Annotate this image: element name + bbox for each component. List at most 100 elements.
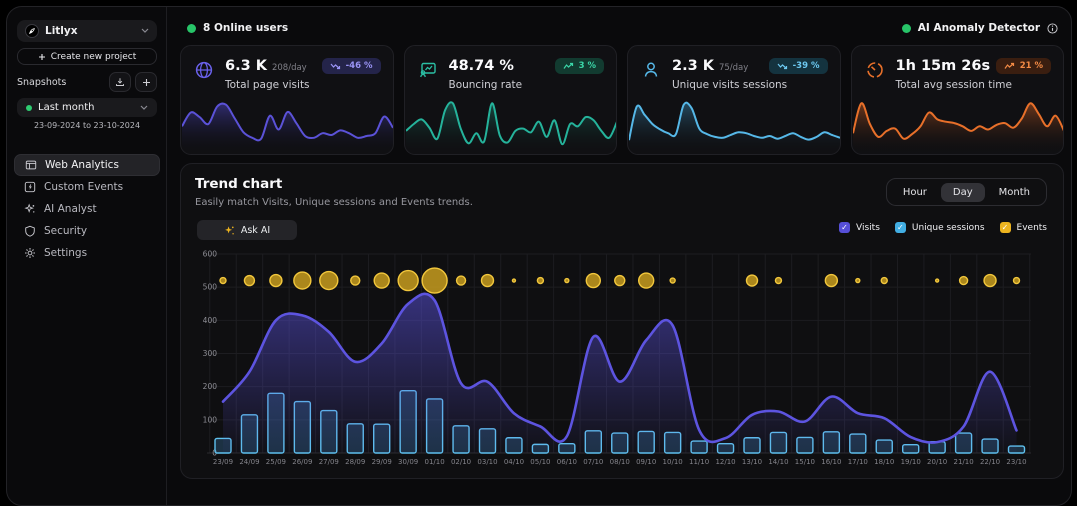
svg-text:10/10: 10/10 xyxy=(663,458,683,466)
svg-text:02/10: 02/10 xyxy=(451,458,471,466)
sidebar-item-settings[interactable]: Settings xyxy=(14,242,160,264)
stat-value: 6.3 K xyxy=(225,58,267,74)
svg-text:11/10: 11/10 xyxy=(689,458,709,466)
download-icon xyxy=(115,77,125,87)
anomaly-status-dot xyxy=(902,24,911,33)
globe-icon xyxy=(193,59,215,81)
online-users-status: 8 Online users xyxy=(187,22,288,34)
svg-text:13/10: 13/10 xyxy=(742,458,762,466)
stat-per-day: 75/day xyxy=(719,63,748,73)
stat-value: 2.3 K xyxy=(672,58,714,74)
sidebar-item-custom-events[interactable]: Custom Events xyxy=(14,176,160,198)
svg-text:12/10: 12/10 xyxy=(715,458,735,466)
sidebar-item-label: Custom Events xyxy=(44,181,123,193)
sidebar-item-label: Web Analytics xyxy=(45,159,119,171)
period-selected-value: Last month xyxy=(38,102,134,113)
stat-cards-row: 6.3 K 208/day -46 % Total page visits 48… xyxy=(180,45,1064,155)
bounce-icon xyxy=(417,59,439,81)
trend-chart-canvas[interactable]: 010020030040050060023/0924/0925/0926/092… xyxy=(189,248,1057,474)
stat-label: Total avg session time xyxy=(896,79,1012,91)
svg-text:23/10: 23/10 xyxy=(1006,458,1026,466)
create-new-project-label: Create new project xyxy=(51,52,136,62)
svg-text:04/10: 04/10 xyxy=(504,458,524,466)
add-snapshot-button[interactable] xyxy=(135,72,157,92)
project-selector[interactable]: Litlyx xyxy=(17,20,157,42)
checkbox-unique-sessions[interactable]: ✓ xyxy=(895,222,906,233)
svg-text:01/10: 01/10 xyxy=(425,458,445,466)
sidebar-item-security[interactable]: Security xyxy=(14,220,160,242)
trend-up-icon xyxy=(563,62,574,70)
sidebar-item-label: AI Analyst xyxy=(44,203,97,215)
browser-icon xyxy=(24,159,37,171)
svg-text:17/10: 17/10 xyxy=(848,458,868,466)
shield-icon xyxy=(23,225,36,237)
legend-item-visits[interactable]: ✓ Visits xyxy=(839,222,880,233)
svg-text:15/10: 15/10 xyxy=(795,458,815,466)
snapshot-date-range: 23-09-2024 to 23-10-2024 xyxy=(7,121,167,130)
svg-text:27/09: 27/09 xyxy=(319,458,339,466)
svg-text:23/09: 23/09 xyxy=(213,458,233,466)
trend-down-icon xyxy=(777,62,788,70)
svg-text:500: 500 xyxy=(203,283,218,292)
trend-down-icon xyxy=(330,62,341,70)
online-status-dot xyxy=(187,24,196,33)
svg-text:09/10: 09/10 xyxy=(636,458,656,466)
sidebar-item-ai-analyst[interactable]: AI Analyst xyxy=(14,198,160,220)
timer-icon xyxy=(864,59,886,81)
svg-text:18/10: 18/10 xyxy=(874,458,894,466)
period-status-dot xyxy=(26,105,32,111)
trend-badge: 3 % xyxy=(555,58,604,74)
svg-text:07/10: 07/10 xyxy=(583,458,603,466)
trend-up-icon xyxy=(1004,62,1015,70)
trend-chart-panel: Trend chart Easily match Visits, Unique … xyxy=(180,163,1064,479)
chart-legend: ✓ Visits ✓ Unique sessions ✓ Events xyxy=(839,222,1047,233)
create-new-project-button[interactable]: Create new project xyxy=(17,48,157,65)
sidebar: Litlyx Create new project Snapshots Last… xyxy=(7,7,167,505)
sidebar-item-label: Settings xyxy=(44,247,87,259)
svg-text:24/09: 24/09 xyxy=(239,458,259,466)
sparkline-unique-visits xyxy=(629,97,840,153)
range-toggle: Hour Day Month xyxy=(886,178,1047,206)
range-option-month[interactable]: Month xyxy=(987,183,1042,202)
snapshots-label: Snapshots xyxy=(17,77,105,88)
project-logo-icon xyxy=(25,24,39,38)
sparkline-total-page-visits xyxy=(182,97,393,153)
download-snapshot-button[interactable] xyxy=(109,72,131,92)
svg-text:20/10: 20/10 xyxy=(927,458,947,466)
svg-text:26/09: 26/09 xyxy=(292,458,312,466)
range-option-hour[interactable]: Hour xyxy=(891,183,939,202)
stat-card-bouncing-rate: 48.74 % 3 % Bouncing rate xyxy=(404,45,618,155)
anomaly-detector-label: AI Anomaly Detector xyxy=(918,22,1040,34)
stat-per-day: 208/day xyxy=(272,63,307,73)
ai-anomaly-detector-status: AI Anomaly Detector xyxy=(902,22,1058,34)
stat-card-total-page-visits: 6.3 K 208/day -46 % Total page visits xyxy=(180,45,394,155)
ai-sparkle-icon xyxy=(23,203,36,215)
sparkline-bouncing-rate xyxy=(406,97,617,153)
svg-text:06/10: 06/10 xyxy=(557,458,577,466)
svg-text:16/10: 16/10 xyxy=(821,458,841,466)
stat-label: Bouncing rate xyxy=(449,79,523,91)
legend-item-events[interactable]: ✓ Events xyxy=(1000,222,1047,233)
project-name: Litlyx xyxy=(45,25,135,37)
range-option-day[interactable]: Day xyxy=(941,183,985,202)
sidebar-item-web-analytics[interactable]: Web Analytics xyxy=(14,154,160,176)
sidebar-nav: Web Analytics Custom Events AI Analyst S… xyxy=(14,154,160,264)
legend-item-unique-sessions[interactable]: ✓ Unique sessions xyxy=(895,222,985,233)
sparkle-icon xyxy=(224,225,235,236)
app-window: Litlyx Create new project Snapshots Last… xyxy=(6,6,1072,506)
svg-text:14/10: 14/10 xyxy=(768,458,788,466)
plus-icon xyxy=(38,53,46,61)
svg-text:28/09: 28/09 xyxy=(345,458,365,466)
event-icon xyxy=(23,181,36,193)
snapshot-period-selector[interactable]: Last month xyxy=(17,98,157,117)
ask-ai-button[interactable]: Ask AI xyxy=(197,220,297,240)
checkbox-events[interactable]: ✓ xyxy=(1000,222,1011,233)
svg-text:03/10: 03/10 xyxy=(477,458,497,466)
info-icon[interactable] xyxy=(1047,23,1058,34)
svg-text:08/10: 08/10 xyxy=(610,458,630,466)
svg-text:600: 600 xyxy=(203,250,218,259)
checkbox-visits[interactable]: ✓ xyxy=(839,222,850,233)
ask-ai-label: Ask AI xyxy=(241,225,270,236)
svg-text:22/10: 22/10 xyxy=(980,458,1000,466)
stat-value: 48.74 % xyxy=(449,58,514,74)
